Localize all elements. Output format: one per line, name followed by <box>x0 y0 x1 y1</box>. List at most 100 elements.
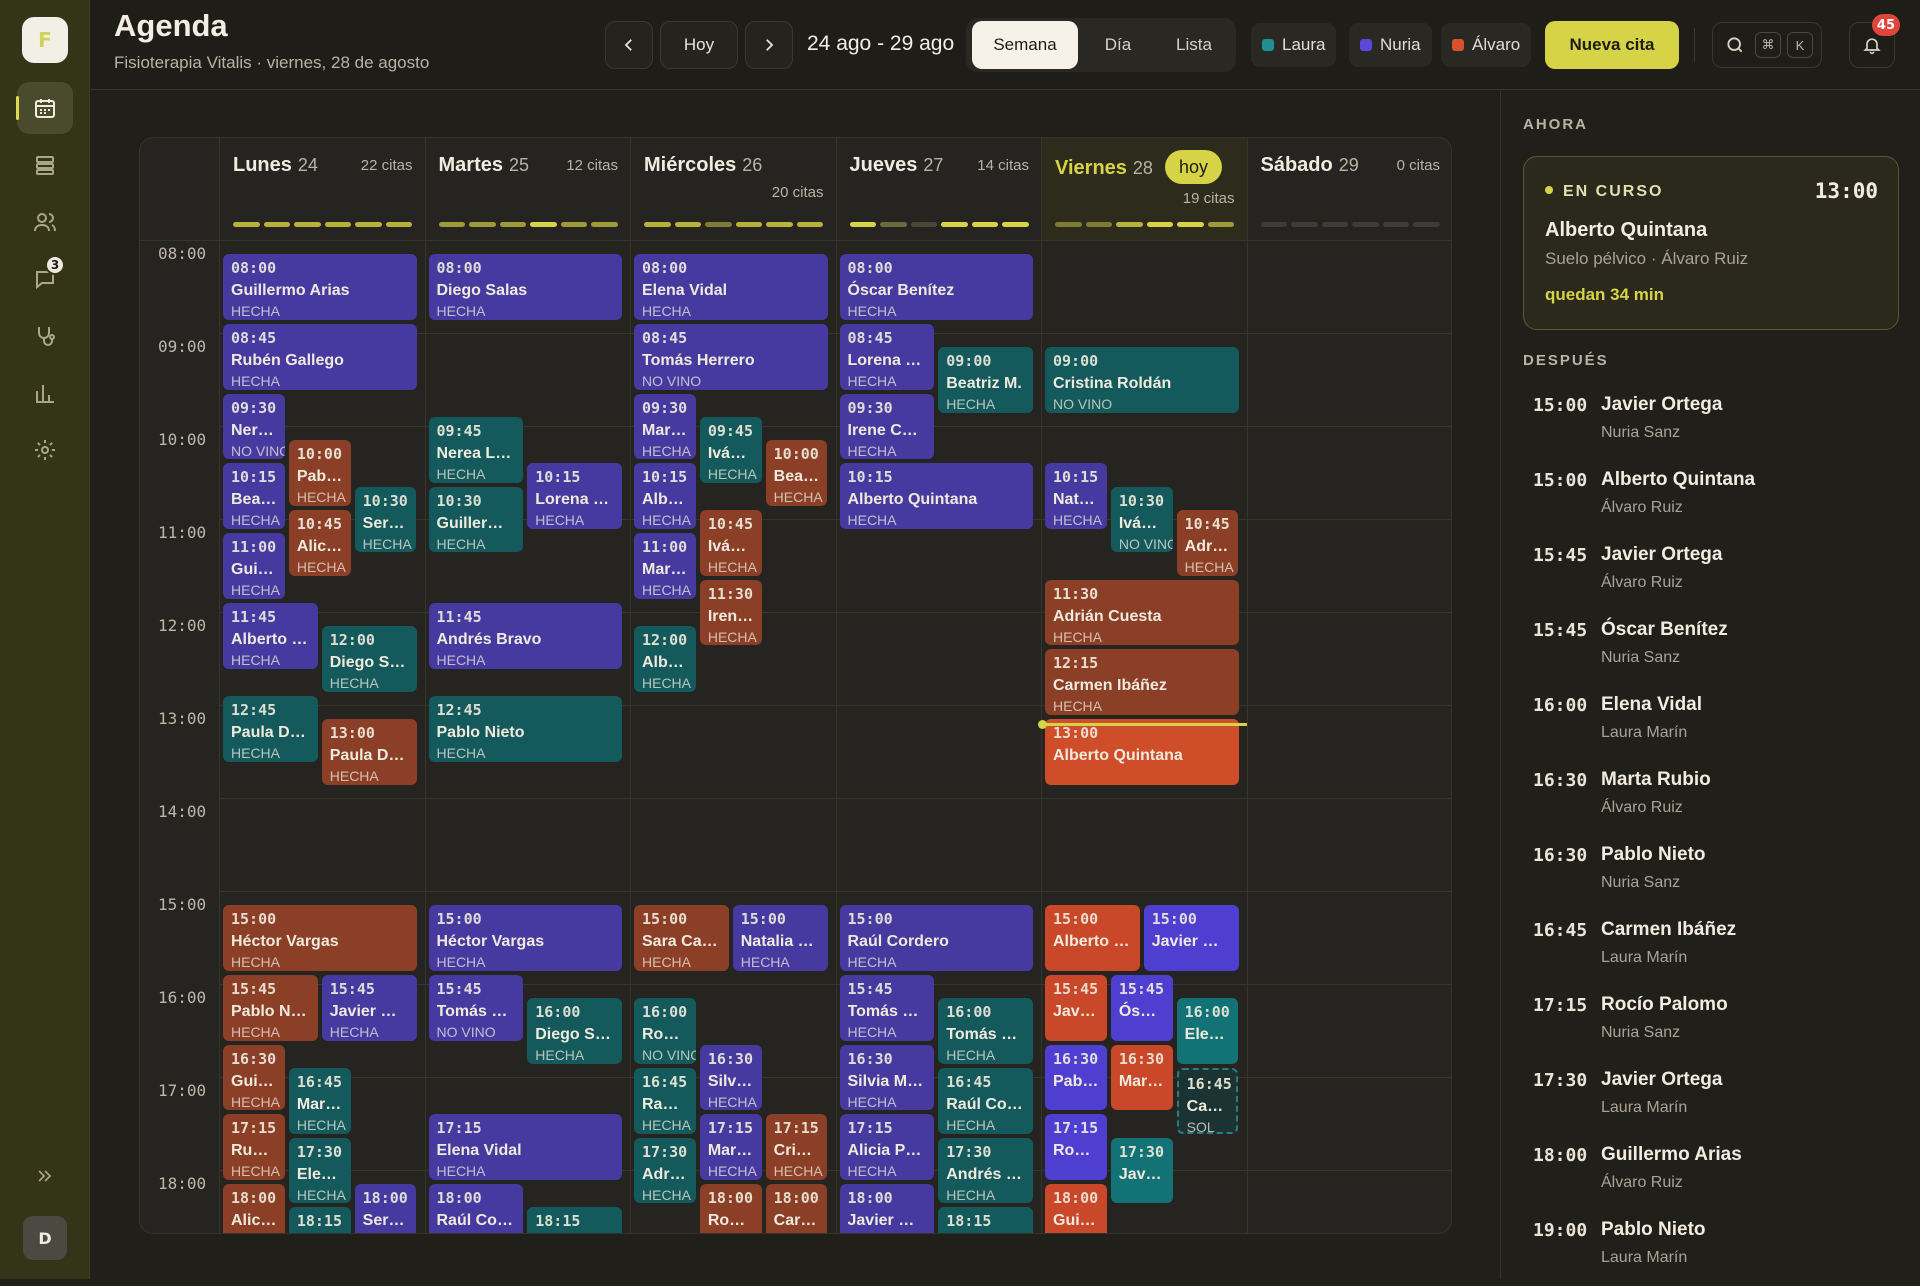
appointment-block[interactable]: 10:45 Alicia P. HECHA <box>288 509 351 576</box>
appointment-block[interactable]: 15:00 Raúl Cordero HECHA <box>839 905 1033 971</box>
appointment-block[interactable]: 12:15 Carmen Ibáñez HECHA <box>1045 649 1239 715</box>
appointment-block[interactable]: 15:00 Héctor Vargas HECHA <box>223 905 417 971</box>
notifications-button[interactable]: 45 <box>1849 14 1900 68</box>
appointment-block[interactable]: 15:00 Javier Ortega <box>1143 905 1239 971</box>
next-appointment-item[interactable]: 18:00 Guillermo Arias Álvaro Ruiz <box>1523 1141 1899 1211</box>
appointment-block[interactable]: 16:30 Silvia M. HECHA <box>699 1044 762 1111</box>
filter-nuria-chip[interactable]: Nuria <box>1349 23 1432 67</box>
appointment-block[interactable]: 18:15 <box>938 1207 1033 1233</box>
view-list-tab[interactable]: Lista <box>1156 21 1232 69</box>
appointment-block[interactable]: 16:00 Tomás Herrero HECHA <box>938 998 1033 1064</box>
appointment-block[interactable]: 17:15 Rocío Palomo <box>1045 1114 1107 1180</box>
appointment-block[interactable]: 17:15 Cristina R. HECHA <box>765 1114 828 1180</box>
appointment-block[interactable]: 16:30 Marta Rubio <box>1110 1044 1173 1111</box>
appointment-block[interactable]: 08:45 Tomás Herrero NO VINO <box>634 323 828 390</box>
appointment-block[interactable]: 17:30 Elena V. HECHA <box>288 1137 351 1204</box>
appointment-block[interactable]: 08:00 Óscar Benítez HECHA <box>839 254 1033 320</box>
appointment-block[interactable]: 17:30 Adrián C. HECHA <box>634 1137 696 1204</box>
appointment-block[interactable]: 16:45 Raúl Cordero HECHA <box>634 1067 696 1134</box>
appointment-block[interactable]: 09:30 Irene Castro HECHA <box>839 393 935 460</box>
appointment-block[interactable]: 16:30 Pablo Nieto <box>1045 1044 1107 1111</box>
appointment-block[interactable]: 09:00 Beatriz M. HECHA <box>938 347 1033 413</box>
appointment-block[interactable]: 18:15 <box>527 1207 622 1233</box>
user-avatar[interactable]: D <box>23 1216 67 1260</box>
appointment-block[interactable]: 18:00 Raúl Cordero HECHA <box>428 1184 524 1233</box>
appointment-block[interactable]: 10:15 Beatriz M. HECHA <box>223 463 285 529</box>
appointment-block[interactable]: 15:00 Alberto Quintana <box>1045 905 1140 971</box>
appointment-block[interactable]: 16:00 Diego Salas HECHA <box>527 998 622 1064</box>
appointment-block[interactable]: 15:45 Tomás Herrero NO VINO <box>428 974 524 1041</box>
appointment-block[interactable]: 13:00 Alberto Quintana <box>1045 719 1239 785</box>
app-logo[interactable]: F <box>22 17 68 63</box>
appointment-block[interactable]: 10:30 Guillermo A. HECHA <box>428 486 524 553</box>
new-appointment-button[interactable]: Nueva cita <box>1545 21 1679 69</box>
appointment-block[interactable]: 16:00 Rocío Palomo NO VINO <box>634 998 696 1064</box>
calendar-icon[interactable] <box>16 82 73 134</box>
appointment-block[interactable]: 15:45 Tomás Herrero HECHA <box>839 974 935 1041</box>
day-header-1[interactable]: Martes 25 12 citas <box>424 138 631 240</box>
appointment-block[interactable]: 10:00 Beatriz M. HECHA <box>765 440 828 506</box>
appointment-block[interactable]: 10:15 Alberto Quintana HECHA <box>839 463 1033 529</box>
patients-icon[interactable] <box>17 196 73 248</box>
appointment-block[interactable]: 12:45 Paula Díaz HECHA <box>223 695 318 762</box>
messages-icon[interactable]: 3 <box>17 253 73 305</box>
appointment-block[interactable]: 11:30 Irene Castro HECHA <box>699 579 762 646</box>
appointment-block[interactable]: 16:45 Marta Rubio HECHA <box>288 1067 351 1134</box>
appointment-block[interactable]: 10:30 Iván Soto NO VINO <box>1110 486 1173 553</box>
appointment-block[interactable]: 10:15 Alberto Q. HECHA <box>634 463 696 529</box>
appointment-block[interactable]: 16:30 Silvia Moreno HECHA <box>839 1044 935 1111</box>
appointment-block[interactable]: 17:15 Rubén G. HECHA <box>223 1114 285 1180</box>
appointment-block[interactable]: 17:30 Javier Ortega <box>1110 1137 1173 1204</box>
settings-icon[interactable] <box>17 424 73 476</box>
appointment-block[interactable]: 08:00 Guillermo Arias HECHA <box>223 254 417 320</box>
appointment-block[interactable]: 10:30 Sergio P. HECHA <box>354 486 417 553</box>
prev-week-button[interactable] <box>605 21 653 69</box>
next-week-button[interactable] <box>745 21 793 69</box>
rooms-icon[interactable] <box>17 139 73 191</box>
appointment-block[interactable]: 15:00 Héctor Vargas HECHA <box>428 905 622 971</box>
next-appointment-item[interactable]: 15:45 Óscar Benítez Nuria Sanz <box>1523 616 1899 686</box>
today-button[interactable]: Hoy <box>660 21 738 69</box>
appointment-block[interactable]: 18:00 Rocío P. HECHA <box>699 1184 762 1233</box>
next-appointment-item[interactable]: 16:45 Carmen Ibáñez Laura Marín <box>1523 916 1899 986</box>
appointment-block[interactable]: 11:45 Alberto Quintana HECHA <box>223 602 318 669</box>
appointment-block[interactable]: 08:45 Lorena Gil HECHA <box>839 323 935 390</box>
appointment-block[interactable]: 15:00 Natalia Romero HECHA <box>732 905 828 971</box>
appointment-block[interactable]: 16:45 Raúl Cordero HECHA <box>938 1067 1033 1134</box>
appointment-block[interactable]: 10:45 Iván Soto HECHA <box>699 509 762 576</box>
next-appointment-item[interactable]: 16:30 Pablo Nieto Nuria Sanz <box>1523 841 1899 911</box>
next-appointment-item[interactable]: 19:00 Pablo Nieto Laura Marín <box>1523 1216 1899 1286</box>
appointment-block[interactable]: 11:00 Marta Rubio HECHA <box>634 533 696 599</box>
next-appointment-item[interactable]: 15:45 Javier Ortega Álvaro Ruiz <box>1523 541 1899 611</box>
appointment-block[interactable]: 10:15 Lorena Gil HECHA <box>527 463 622 529</box>
appointment-block[interactable]: 11:30 Adrián Cuesta HECHA <box>1045 579 1239 646</box>
appointment-block[interactable]: 17:15 Elena Vidal HECHA <box>428 1114 622 1180</box>
appointment-block[interactable]: 15:45 Óscar Benítez <box>1110 974 1173 1041</box>
day-header-2[interactable]: Miércoles 26 20 citas <box>630 138 836 240</box>
appointment-block[interactable]: 18:00 Javier Ortega HECHA <box>839 1184 935 1233</box>
appointment-block[interactable]: 15:45 Pablo Nieto HECHA <box>223 974 318 1041</box>
day-header-3[interactable]: Jueves 27 14 citas <box>835 138 1042 240</box>
appointment-block[interactable]: 15:00 Sara Campos HECHA <box>634 905 729 971</box>
appointment-block[interactable]: 10:45 Adrián C. HECHA <box>1176 509 1239 576</box>
appointment-block[interactable]: 12:00 Alberto Q. HECHA <box>634 626 696 692</box>
appointment-block[interactable]: 11:45 Andrés Bravo HECHA <box>428 602 622 669</box>
appointment-block[interactable]: 16:45 Carmen Ibáñez SOL <box>1176 1067 1239 1134</box>
stats-icon[interactable] <box>17 367 73 419</box>
appointment-block[interactable]: 16:30 Guillermo A. HECHA <box>223 1044 285 1111</box>
appointment-block[interactable]: 09:30 Nerea L. NO VINO <box>223 393 285 460</box>
appointment-block[interactable]: 17:30 Andrés Bravo HECHA <box>938 1137 1033 1204</box>
appointment-block[interactable]: 12:00 Diego Salas HECHA <box>321 626 417 692</box>
appointment-block[interactable]: 18:00 Guillermo Arias <box>1045 1184 1107 1233</box>
view-week-tab[interactable]: Semana <box>972 21 1078 69</box>
appointment-block[interactable]: 08:00 Elena Vidal HECHA <box>634 254 828 320</box>
appointment-block[interactable]: 12:45 Pablo Nieto HECHA <box>428 695 622 762</box>
day-header-0[interactable]: Lunes 24 22 citas <box>219 138 425 240</box>
appointment-block[interactable]: 18:15 <box>288 1207 351 1233</box>
appointment-block[interactable]: 17:15 Marta Rubio HECHA <box>699 1114 762 1180</box>
view-day-tab[interactable]: Día <box>1082 21 1154 69</box>
appointment-block[interactable]: 09:45 Iván Soto HECHA <box>699 416 762 483</box>
next-appointment-item[interactable]: 15:00 Alberto Quintana Álvaro Ruiz <box>1523 466 1899 536</box>
appointment-block[interactable]: 09:45 Nerea Lozano HECHA <box>428 416 524 483</box>
appointment-block[interactable]: 18:00 Sergio P. HECHA <box>354 1184 417 1233</box>
